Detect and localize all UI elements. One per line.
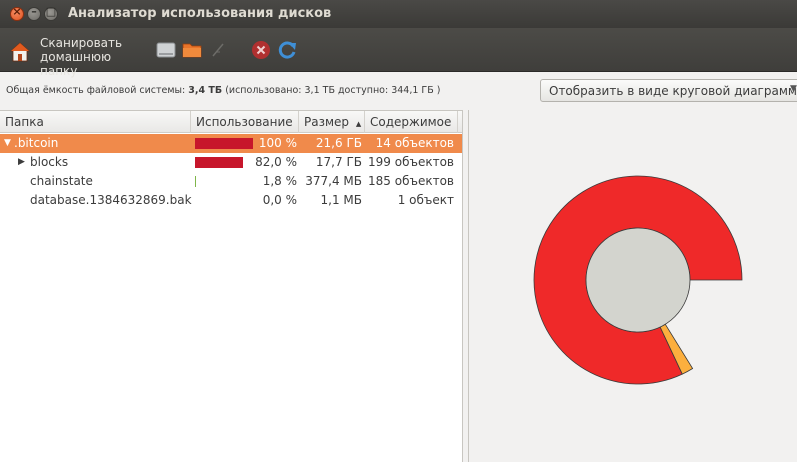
folder-contents: 199 объектов [368, 155, 454, 169]
window-title: Анализатор использования дисков [68, 6, 332, 21]
close-icon: × [12, 5, 22, 18]
network-icon[interactable] [207, 39, 229, 61]
close-window-button[interactable]: × [10, 5, 24, 21]
table-row[interactable]: chainstate 1,8 % 377,4 МБ 185 объектов [0, 172, 462, 191]
ring-chart [533, 175, 743, 385]
maximize-window-button[interactable]: □ [44, 5, 58, 21]
table-row[interactable]: ▶ blocks 82,0 % 17,7 ГБ 199 объектов [0, 153, 462, 172]
scan-home-button[interactable]: Сканировать домашнюю папку [6, 32, 146, 78]
folder-name: blocks [30, 155, 69, 169]
capacity-detail: (использовано: 3,1 ТБ доступно: 344,1 ГБ… [225, 85, 441, 96]
filesystem-capacity-text: Общая ёмкость файловой системы: 3,4 ТБ (… [6, 85, 440, 96]
ring-chart-pane [468, 110, 797, 462]
column-header-contents[interactable]: Содержимое [365, 111, 458, 133]
chevron-down-icon: ▼ [790, 84, 797, 94]
folder-name: .bitcoin [14, 136, 59, 150]
toolbar: Сканировать домашнюю папку [0, 28, 797, 78]
ring-center[interactable] [585, 227, 691, 333]
usage-percent: 0,0 % [262, 193, 297, 207]
minimize-window-button[interactable]: – [27, 5, 41, 21]
disk-usage-analyzer-window: × – □ Анализатор использования дисков Ск… [0, 0, 797, 462]
tree-header: Папка Использование Размер ▲ Содержимое [0, 111, 462, 133]
scan-home-label: Сканировать домашнюю папку [40, 36, 123, 78]
folder-size: 377,4 МБ [305, 174, 362, 188]
folder-size: 21,6 ГБ [315, 136, 362, 150]
folder-icon[interactable] [181, 39, 203, 61]
folder-contents: 185 объектов [368, 174, 454, 188]
folder-contents: 1 объект [397, 193, 454, 207]
expander-collapsed-icon[interactable]: ▶ [18, 153, 25, 172]
home-icon [10, 42, 30, 62]
usage-bar-fill [195, 176, 197, 187]
usage-bar-fill [195, 157, 243, 168]
capacity-total: 3,4 ТБ [188, 85, 223, 96]
column-header-usage[interactable]: Использование [191, 111, 299, 133]
usage-bar [195, 138, 253, 149]
folder-size: 1,1 МБ [320, 193, 362, 207]
column-header-size[interactable]: Размер ▲ [299, 111, 365, 133]
minimize-icon: – [31, 5, 37, 18]
usage-bar [195, 195, 253, 206]
refresh-icon[interactable] [276, 39, 298, 61]
expander-expanded-icon[interactable]: ▼ [4, 134, 11, 153]
folder-contents: 14 объектов [375, 136, 454, 150]
usage-bar-fill [195, 138, 253, 149]
column-header-folder[interactable]: Папка [0, 111, 191, 133]
table-row[interactable]: database.1384632869.bak 0,0 % 1,1 МБ 1 объе… [0, 191, 462, 210]
folder-tree: Папка Использование Размер ▲ Содержимое … [0, 110, 463, 462]
title-bar: × – □ Анализатор использования дисков [0, 0, 797, 28]
drive-icon[interactable] [155, 39, 177, 61]
view-mode-label: Отобразить в виде круговой диаграммы [549, 84, 797, 98]
usage-percent: 82,0 % [255, 155, 297, 169]
usage-bar [195, 157, 253, 168]
usage-percent: 1,8 % [262, 174, 297, 188]
column-header-size-label: Размер [304, 115, 350, 129]
view-mode-dropdown[interactable]: Отобразить в виде круговой диаграммы ▼ [540, 79, 797, 102]
folder-name: database.1384632869.bak [30, 193, 192, 207]
maximize-icon: □ [45, 5, 57, 18]
table-row[interactable]: ▼ .bitcoin 100 % 21,6 ГБ 14 объектов [0, 134, 462, 153]
usage-percent: 100 % [258, 136, 297, 150]
usage-bar [195, 176, 253, 187]
capacity-prefix: Общая ёмкость файловой системы: [6, 85, 186, 96]
sort-ascending-icon: ▲ [355, 120, 362, 128]
folder-name: chainstate [30, 174, 93, 188]
stop-icon[interactable] [250, 39, 272, 61]
folder-size: 17,7 ГБ [315, 155, 362, 169]
